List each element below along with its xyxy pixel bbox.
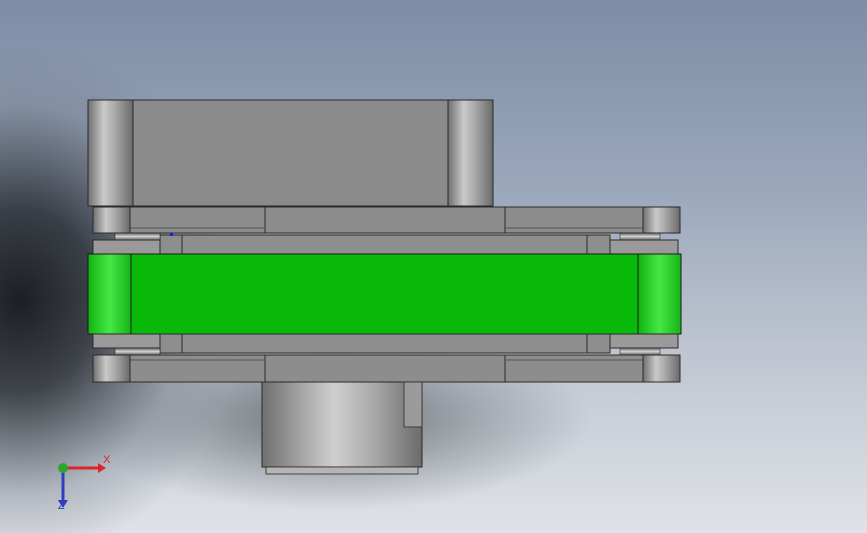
green-belt[interactable] — [87, 253, 682, 335]
coordinate-triad: X Y Z — [40, 448, 130, 518]
top-plate[interactable] — [92, 206, 681, 234]
axis-z-label: Z — [58, 500, 65, 512]
graphics-viewport[interactable]: X Y Z — [0, 0, 867, 533]
lower-inner-frame — [92, 333, 679, 356]
bottom-hub[interactable] — [261, 381, 423, 475]
axis-x-label: X — [103, 454, 111, 466]
motor-housing[interactable] — [87, 99, 494, 207]
triad-axes-icon — [58, 463, 106, 508]
belt-drive-model[interactable] — [0, 0, 867, 533]
bottom-plate[interactable] — [92, 354, 681, 383]
upper-inner-frame — [92, 232, 679, 255]
